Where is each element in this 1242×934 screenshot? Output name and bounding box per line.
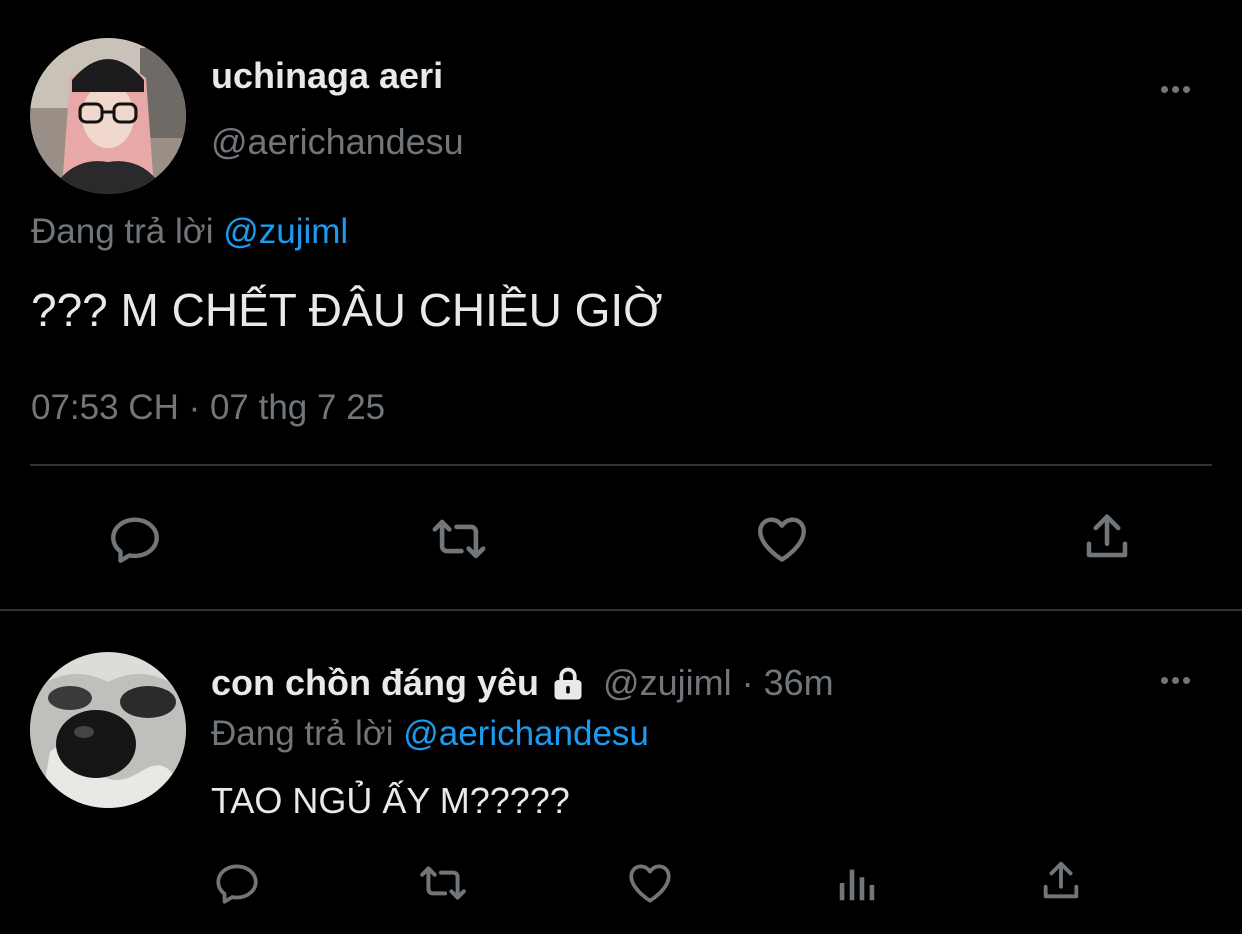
display-name[interactable]: con chồn đáng yêu — [211, 660, 539, 706]
reply-prefix: Đang trả lời — [211, 714, 394, 753]
tweet-text: ??? M CHẾT ĐÂU CHIỀU GIỜ — [31, 284, 663, 336]
share-icon[interactable] — [1038, 856, 1084, 906]
retweet-icon[interactable] — [414, 858, 472, 908]
reply-icon[interactable] — [212, 858, 262, 908]
more-options-icon[interactable] — [1161, 677, 1190, 684]
analytics-icon[interactable] — [834, 858, 880, 908]
timestamp[interactable]: 07:53 CH · 07 thg 7 25 — [31, 386, 385, 430]
reply-prefix: Đang trả lời — [31, 212, 214, 251]
separator: · — [741, 662, 754, 703]
reply-icon[interactable] — [106, 510, 164, 568]
avatar[interactable] — [30, 38, 186, 194]
share-icon[interactable] — [1080, 508, 1134, 566]
more-options-icon[interactable] — [1161, 86, 1190, 93]
time-ago[interactable]: 36m — [764, 660, 834, 706]
display-name[interactable]: uchinaga aeri — [211, 54, 443, 98]
retweet-icon[interactable] — [426, 510, 492, 568]
handle[interactable]: @zujiml — [603, 660, 732, 706]
lock-icon — [549, 665, 587, 701]
tweet-header: con chồn đáng yêu @zujiml · 36m — [211, 660, 834, 706]
reply-to-link[interactable]: @aerichandesu — [403, 714, 649, 753]
divider — [30, 464, 1212, 466]
reply-context: Đang trả lời @aerichandesu — [211, 712, 649, 756]
avatar[interactable] — [30, 652, 186, 808]
reply-to-link[interactable]: @zujiml — [223, 212, 348, 251]
reply-context: Đang trả lời @zujiml — [31, 210, 348, 254]
section-divider — [0, 609, 1242, 611]
handle[interactable]: @aerichandesu — [211, 120, 464, 164]
tweet-text: TAO NGỦ ẤY M????? — [211, 780, 570, 821]
like-icon[interactable] — [624, 858, 676, 908]
like-icon[interactable] — [752, 510, 812, 568]
